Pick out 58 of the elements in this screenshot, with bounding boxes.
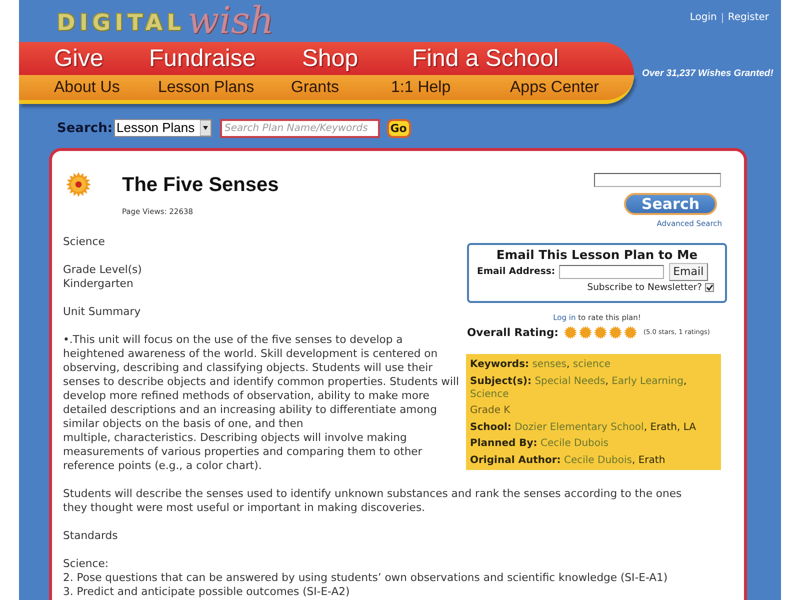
detail-line: Subject(s): Special Needs, Early Learning, Science [470,374,688,400]
caret-icon [200,120,211,136]
lesson-text: Standards [63,529,119,543]
detail-link[interactable]: Special Needs [534,376,606,386]
detail-line: Keywords: senses, science [470,358,612,371]
lesson-title: The Five Senses [122,173,279,197]
search-label: Search: [57,120,113,136]
lesson-text: Science: [63,557,110,571]
star-icon [624,326,637,338]
nav-link[interactable]: Fundraise [149,44,256,72]
lesson-text: 2. Pose questions that can be answered by using students’ own observations and scientific knowledge (SI-E-A1) [63,571,669,585]
sub-nav-link[interactable]: About Us [54,78,120,96]
detail-link[interactable]: science [572,359,610,370]
lesson-text: Unit Summary [63,305,142,319]
go-button[interactable]: Go [386,118,411,138]
star-icon [594,326,607,338]
email-button[interactable]: Email [669,262,708,280]
detail-link[interactable]: Cecile Dubois [564,454,632,466]
rating-label: Overall Rating: [467,326,559,338]
email-field[interactable] [559,264,664,278]
detail-note: Grade K [470,404,512,417]
detail-link[interactable]: Science [470,388,509,400]
sub-nav-link[interactable]: Grants [291,78,340,96]
email-address-label: Email Address: [477,266,556,277]
lesson-text: Science [63,235,106,249]
lesson-text: 3. Predict and anticipate possible outcomes (SI-E-A2) [63,585,351,599]
detail-link[interactable]: Cecile Dubois [540,438,609,449]
detail-line: Planned By: Cecile Dubois [470,437,610,450]
nav-link[interactable]: Give [54,44,104,72]
lesson-text: Grade Level(s) [63,263,143,277]
account-link[interactable]: Login [690,12,717,24]
logo[interactable]: DIGITAL wish [57,1,274,41]
detail-line: School: Dozier Elementary School, Erath, LA [470,420,698,434]
sun-icon [66,172,91,197]
account-link[interactable]: Register [728,12,769,24]
star-icon [564,326,577,338]
newsletter-checkbox[interactable] [705,283,714,292]
nav-link[interactable]: Shop [302,44,358,72]
tagline-text: Over 31,237 Wishes Granted! [642,68,774,78]
detail-link[interactable]: Dozier Elementary School [514,422,644,432]
detail-line: Original Author: Cecile Dubois, Erath [470,454,666,466]
sub-nav-link[interactable]: Lesson Plans [158,78,254,96]
lesson-text: Kindergarten [63,277,134,291]
star-icon [608,326,622,338]
sub-nav-link[interactable]: Apps Center [510,78,599,96]
lesson-text: Students will describe the senses used to identify unknown substances and rank the senses according to the ones they thought were most useful or important in making discoveries. [63,487,683,515]
search-field[interactable]: Search Plan Name/Keywords [220,118,380,138]
lesson-text: multiple, characteristics. Describing objects will involve making measurements of various properties and comparing them to other reference points (e.g., a color chart). [63,431,424,473]
nav-link[interactable]: Find a School [412,44,559,72]
star-icon [578,326,592,338]
search-button[interactable]: Search [624,193,717,215]
detail-link[interactable]: senses [532,359,566,370]
detail-link[interactable]: Early Learning [612,376,684,386]
email-box-title: Email This Lesson Plan to Me [495,248,699,262]
category-select[interactable]: Lesson Plans [114,119,212,137]
search-field[interactable] [594,173,721,187]
newsletter-label: Subscribe to Newsletter? [587,282,702,293]
sub-nav-link[interactable]: 1:1 Help [391,78,451,96]
